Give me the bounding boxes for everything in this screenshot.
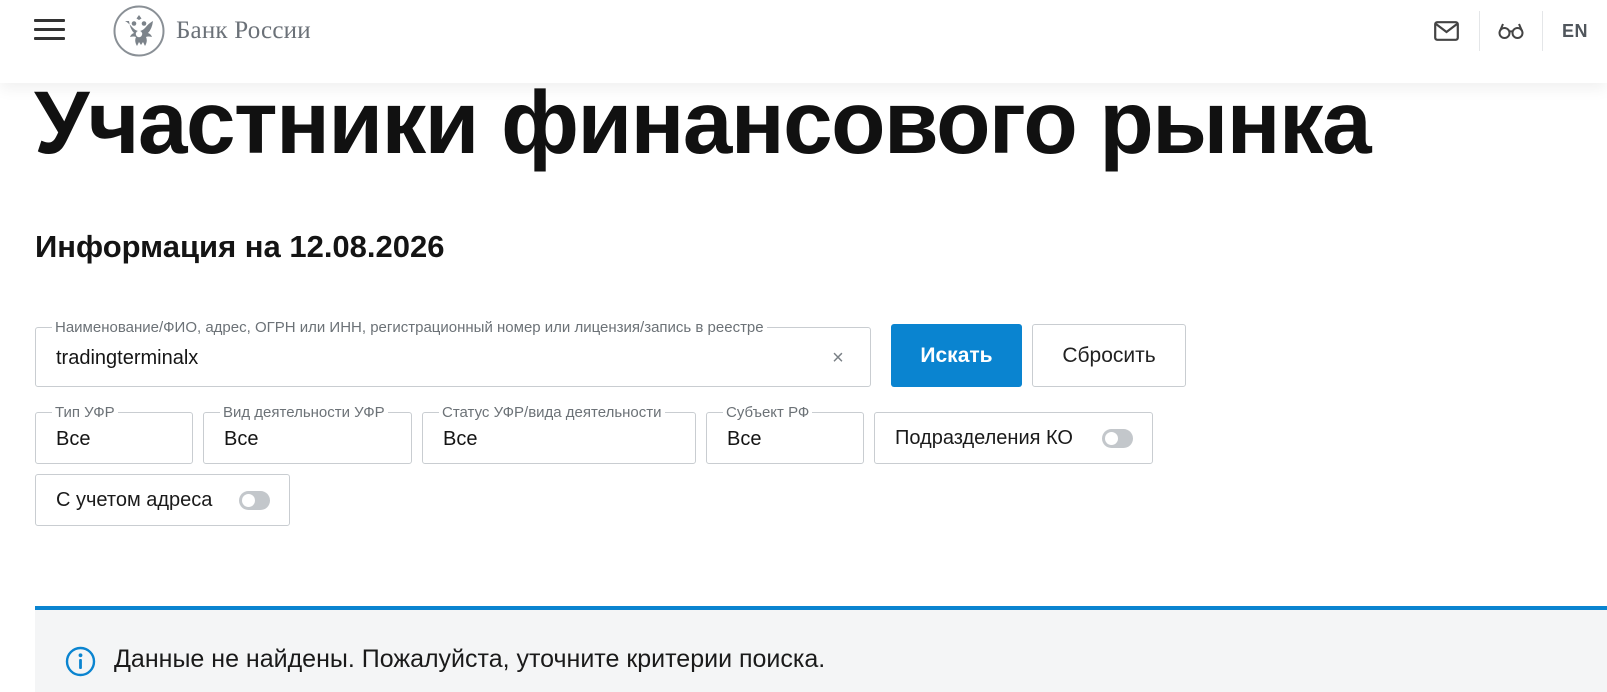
- search-input-label: Наименование/ФИО, адрес, ОГРН или ИНН, р…: [52, 319, 767, 336]
- accessibility-button[interactable]: [1480, 0, 1542, 62]
- language-switch[interactable]: EN: [1543, 0, 1607, 62]
- with-address-label: С учетом адреса: [56, 488, 213, 511]
- switch-knob: [1105, 432, 1118, 445]
- type-select-label: Тип УФР: [52, 404, 118, 421]
- subject-select-value: Все: [727, 428, 762, 450]
- mail-icon: [1433, 21, 1459, 41]
- mail-button[interactable]: [1415, 0, 1477, 62]
- status-select-value: Все: [443, 428, 478, 450]
- page-title: Участники финансового рынка: [34, 72, 1372, 172]
- type-select[interactable]: Тип УФР Все: [35, 404, 193, 464]
- search-input-value[interactable]: tradingterminalx: [56, 347, 198, 370]
- subject-select[interactable]: Субъект РФ Все: [706, 404, 864, 464]
- bank-emblem-icon: [113, 5, 165, 57]
- divisions-ko-label: Подразделения КО: [895, 426, 1073, 449]
- menu-icon[interactable]: [34, 19, 66, 41]
- reset-button[interactable]: Сбросить: [1032, 324, 1186, 387]
- info-date-heading: Информация на 12.08.2026: [35, 229, 445, 264]
- with-address-toggle[interactable]: С учетом адреса: [35, 474, 290, 526]
- activity-select[interactable]: Вид деятельности УФР Все: [203, 404, 412, 464]
- logo-text: Банк России: [176, 17, 311, 44]
- switch-knob: [242, 494, 255, 507]
- subject-select-label: Субъект РФ: [723, 404, 813, 421]
- notice-text: Данные не найдены. Пожалуйста, уточните …: [114, 645, 826, 673]
- clear-icon[interactable]: ×: [828, 348, 848, 368]
- header-actions: EN: [1415, 0, 1607, 62]
- site-header: Банк России EN: [0, 0, 1607, 83]
- info-icon: [65, 646, 96, 677]
- with-address-switch[interactable]: [239, 491, 270, 510]
- type-select-value: Все: [56, 428, 91, 450]
- activity-select-value: Все: [224, 428, 259, 450]
- glasses-icon: [1498, 23, 1524, 39]
- status-select-label: Статус УФР/вида деятельности: [439, 404, 665, 421]
- bank-logo[interactable]: Банк России: [113, 5, 311, 57]
- no-results-notice: Данные не найдены. Пожалуйста, уточните …: [35, 606, 1607, 692]
- search-button[interactable]: Искать: [891, 324, 1022, 387]
- divisions-ko-toggle[interactable]: Подразделения КО: [874, 412, 1153, 464]
- activity-select-label: Вид деятельности УФР: [220, 404, 388, 421]
- status-select[interactable]: Статус УФР/вида деятельности Все: [422, 404, 696, 464]
- divisions-ko-switch[interactable]: [1102, 429, 1133, 448]
- search-input[interactable]: Наименование/ФИО, адрес, ОГРН или ИНН, р…: [35, 319, 871, 387]
